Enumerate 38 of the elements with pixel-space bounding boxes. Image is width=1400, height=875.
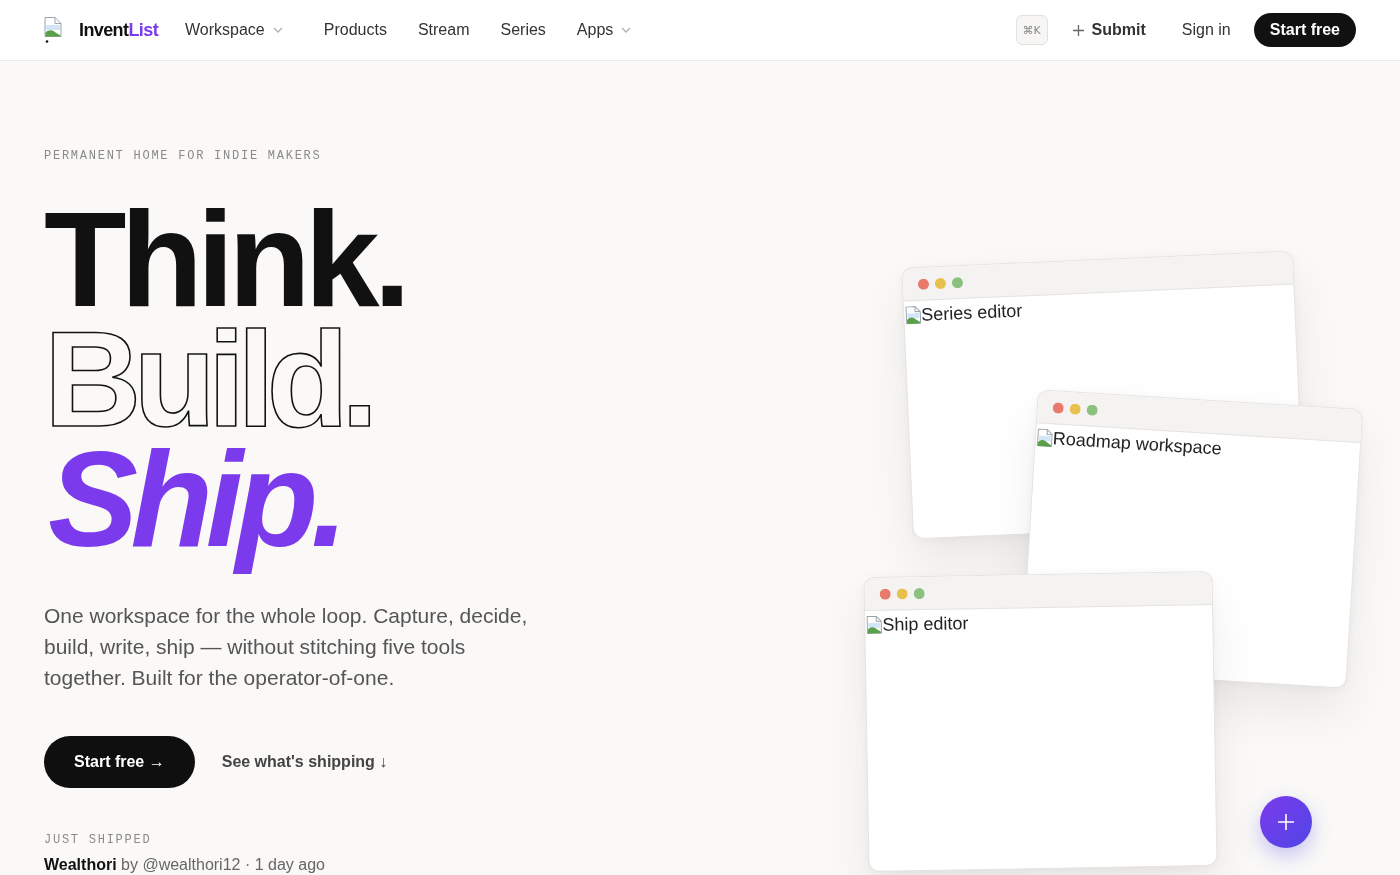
command-shortcut-button[interactable]: ⌘K — [1015, 15, 1048, 45]
window-dot-icon — [1052, 401, 1065, 414]
nav-link[interactable]: Series — [500, 21, 546, 39]
brand-name[interactable]: InventList — [79, 19, 159, 41]
section-label: JUST SHIPPED — [44, 833, 152, 847]
broken-image-icon — [866, 615, 883, 634]
window-dot-icon — [951, 276, 964, 288]
window-dot-icon — [913, 587, 925, 599]
start-free-button[interactable]: Start free — [1253, 13, 1356, 47]
sign-in-link[interactable]: Sign in — [1181, 21, 1231, 39]
eyebrow-text: PERMANENT HOME FOR INDIE MAKERS — [44, 149, 322, 163]
broken-image-icon — [904, 305, 922, 325]
window-dot-icon — [1086, 403, 1099, 416]
headline-text: Build. — [44, 320, 371, 440]
broken-image-icon — [1036, 428, 1054, 448]
shipped-item-link[interactable]: Wealthori by @wealthori12 · 1 day ago — [44, 856, 325, 873]
window-dot-icon — [1069, 402, 1082, 415]
start-free-button[interactable]: Start free → — [44, 736, 195, 788]
image-alt-text: Series editor — [920, 299, 1023, 326]
plus-icon — [1278, 814, 1294, 830]
window-dot-icon — [934, 277, 947, 289]
window-dot-icon — [879, 588, 891, 600]
nav-link[interactable]: Stream — [417, 21, 470, 39]
plus-icon — [1072, 24, 1084, 36]
submit-button[interactable]: Submit — [1072, 21, 1146, 39]
image-alt-text: Roadmap workspace — [1052, 427, 1223, 460]
shipping-link[interactable]: See what's shipping ↓ — [221, 753, 388, 771]
headline-text: Ship. — [47, 440, 341, 577]
image-alt-text: Ship editor — [882, 612, 969, 636]
description-text: One workspace for the whole loop. Capture, decide, build, write, ship — without stitching five tools together. Built for the operator-of-one. — [44, 603, 529, 691]
add-button[interactable] — [1260, 796, 1312, 848]
nav-link[interactable]: Apps — [576, 21, 632, 39]
broken-image-icon[interactable] — [44, 17, 62, 43]
headline-text: Think. — [44, 200, 406, 320]
nav-link[interactable]: Products — [323, 21, 387, 39]
nav-link[interactable]: Workspace — [185, 21, 283, 39]
window-dot-icon — [896, 587, 908, 599]
window-dot-icon — [917, 278, 930, 290]
